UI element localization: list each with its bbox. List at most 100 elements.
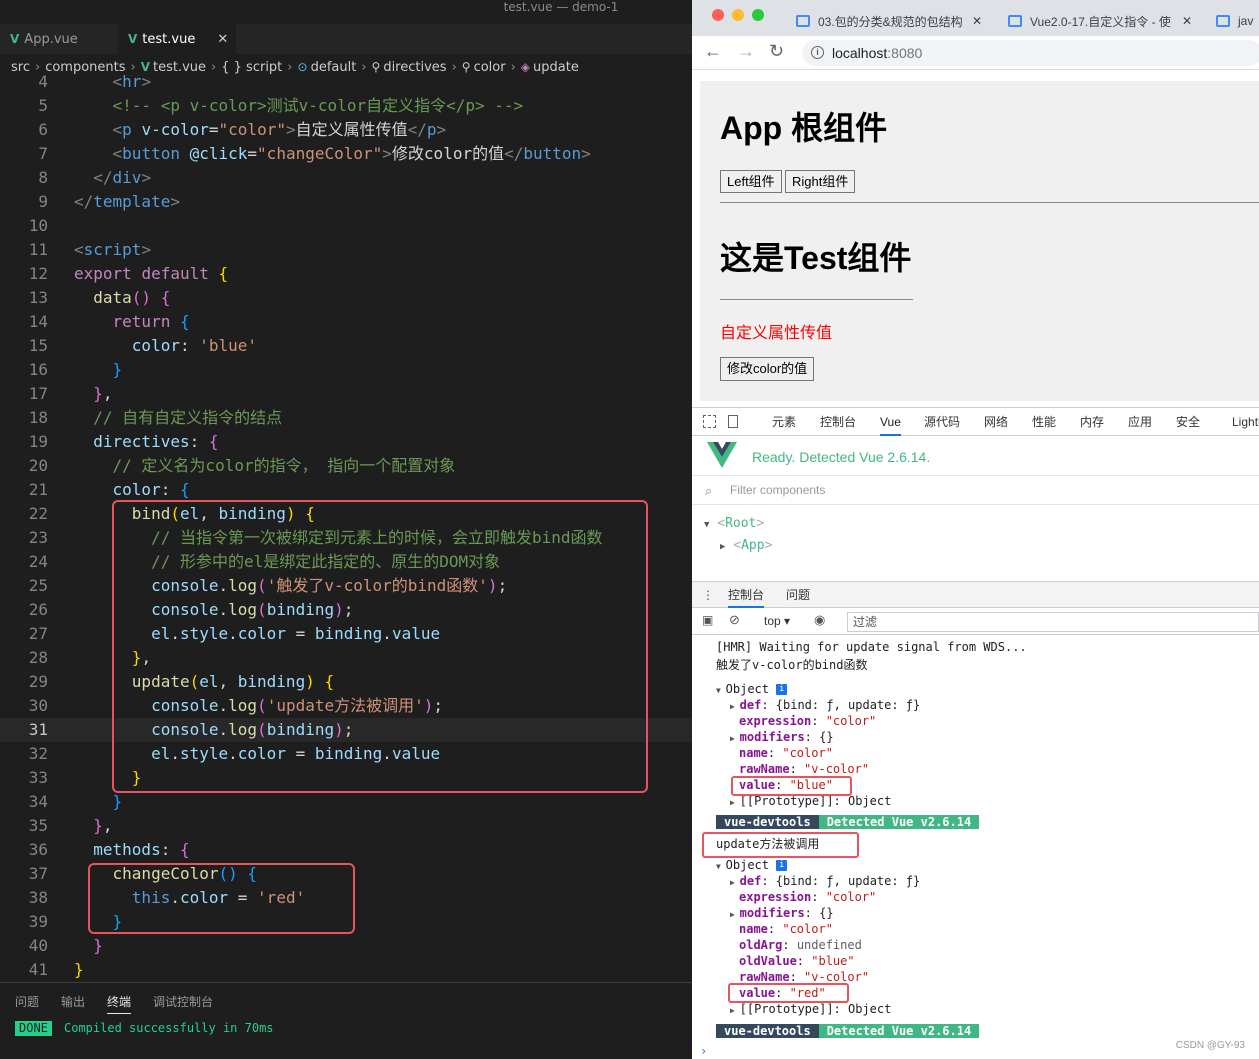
object-label[interactable]: Object bbox=[726, 682, 769, 696]
eye-icon[interactable]: ◉ bbox=[814, 612, 825, 628]
filter-components-input[interactable]: Filter components bbox=[730, 483, 825, 497]
code-line[interactable]: 41} bbox=[0, 958, 692, 982]
code-line[interactable]: 35 }, bbox=[0, 814, 692, 838]
caret-right-icon[interactable]: ▶ bbox=[730, 734, 740, 743]
code-token: , bbox=[102, 384, 113, 403]
code-line[interactable]: 18 // 自有自定义指令的结点 bbox=[0, 406, 692, 430]
code-line[interactable]: 7 <button @click="changeColor">修改color的值… bbox=[0, 142, 692, 166]
caret-right-icon[interactable]: ▶ bbox=[730, 702, 740, 711]
code-line[interactable]: 21 color: { bbox=[0, 478, 692, 502]
code-line[interactable]: 5 <!-- <p v-color>测试v-color自定义指令</p> --> bbox=[0, 94, 692, 118]
caret-right-icon[interactable]: ▶ bbox=[720, 542, 725, 552]
browser-tab-3[interactable]: jav bbox=[1216, 6, 1259, 36]
code-line[interactable]: 9 </template> bbox=[0, 190, 692, 214]
panel-tab-output[interactable]: 输出 bbox=[61, 993, 85, 1010]
app-heading: App 根组件 bbox=[720, 110, 888, 146]
back-arrow-icon[interactable]: ← bbox=[704, 41, 722, 62]
right-component-button[interactable]: Right组件 bbox=[785, 170, 856, 193]
devtools-tab-console[interactable]: 控制台 bbox=[820, 408, 856, 436]
reload-icon[interactable]: ↻ bbox=[769, 41, 784, 62]
component-filter[interactable]: ⌕ Filter components bbox=[692, 477, 1259, 505]
caret-down-icon[interactable]: ▼ bbox=[704, 520, 709, 530]
browser-tab-2[interactable]: Vue2.0-17.自定义指令 - 使 ✕ bbox=[1008, 6, 1200, 36]
code-line[interactable]: 6 <p v-color="color">自定义属性传值</p> bbox=[0, 118, 692, 142]
code-line[interactable]: 20 // 定义名为color的指令， 指向一个配置对象 bbox=[0, 454, 692, 478]
code-line[interactable]: 13 data() { bbox=[0, 286, 692, 310]
caret-right-icon[interactable]: ▶ bbox=[730, 910, 740, 919]
code-line[interactable]: 4 <hr> bbox=[0, 70, 692, 94]
code-token: @click bbox=[189, 144, 248, 163]
devtools-tab-elements[interactable]: 元素 bbox=[772, 408, 796, 436]
devtools-tab-memory[interactable]: 内存 bbox=[1080, 408, 1104, 436]
tab-app-vue[interactable]: V App.vue bbox=[0, 24, 118, 54]
tree-node-app[interactable]: ▶ <App> bbox=[720, 538, 772, 553]
code-line[interactable]: 14 return { bbox=[0, 310, 692, 334]
code-line[interactable]: 12 export default { bbox=[0, 262, 692, 286]
object-label[interactable]: Object bbox=[726, 858, 769, 872]
console-line: ▶ modifiers: {} bbox=[730, 906, 834, 920]
clear-console-icon[interactable]: ⊘ bbox=[729, 612, 740, 628]
code-token: template bbox=[93, 192, 171, 211]
code-text: } bbox=[74, 934, 103, 958]
editor-tab-bar: V App.vue V test.vue ✕ bbox=[0, 24, 692, 54]
tab-test-vue[interactable]: V test.vue ✕ bbox=[118, 24, 236, 54]
devtools-tab-network[interactable]: 网络 bbox=[984, 408, 1008, 436]
code-line[interactable]: 19 directives: { bbox=[0, 430, 692, 454]
code-line[interactable]: 16 } bbox=[0, 358, 692, 382]
panel-tab-terminal[interactable]: 终端 bbox=[107, 993, 132, 1014]
left-component-button[interactable]: Left组件 bbox=[720, 170, 782, 193]
sidebar-toggle-icon[interactable]: ▣ bbox=[702, 613, 713, 627]
devtools-tab-lighthouse[interactable]: Lighthouse bbox=[1232, 408, 1259, 436]
inspect-element-icon[interactable] bbox=[703, 415, 716, 428]
minimize-window-button[interactable] bbox=[732, 9, 744, 21]
panel-tab-debug-console[interactable]: 调试控制台 bbox=[153, 993, 213, 1010]
line-number: 28 bbox=[28, 648, 48, 667]
info-icon[interactable]: i bbox=[811, 46, 824, 59]
code-line[interactable]: 10 bbox=[0, 214, 692, 238]
panel-tab-problems[interactable]: 问题 bbox=[15, 993, 39, 1010]
devtools-tab-performance[interactable]: 性能 bbox=[1032, 408, 1056, 436]
info-icon: i bbox=[776, 684, 788, 695]
address-bar[interactable]: i localhost:8080 bbox=[802, 40, 1259, 66]
console-filter-input[interactable]: 过滤 bbox=[847, 612, 1259, 632]
code-line[interactable]: 15 color: 'blue' bbox=[0, 334, 692, 358]
code-line[interactable]: 17 }, bbox=[0, 382, 692, 406]
close-icon[interactable]: ✕ bbox=[217, 32, 228, 47]
close-icon[interactable]: ✕ bbox=[972, 14, 982, 28]
line-number: 15 bbox=[28, 336, 48, 355]
close-window-button[interactable] bbox=[712, 9, 724, 21]
forward-arrow-icon[interactable]: → bbox=[737, 41, 755, 62]
close-icon[interactable]: ✕ bbox=[1182, 14, 1192, 28]
kebab-menu-icon[interactable]: ⋮ bbox=[702, 582, 714, 608]
caret-down-icon[interactable]: ▼ bbox=[716, 862, 726, 871]
devtools-tab-application[interactable]: 应用 bbox=[1128, 408, 1152, 436]
device-toolbar-icon[interactable] bbox=[728, 415, 738, 428]
context-selector[interactable]: top ▾ bbox=[764, 614, 790, 628]
property-key: oldValue bbox=[739, 954, 797, 968]
tree-node-root[interactable]: ▼ <Root> bbox=[704, 516, 764, 531]
drawer-tab-console[interactable]: 控制台 bbox=[728, 582, 765, 608]
code-line[interactable]: 36 methods: { bbox=[0, 838, 692, 862]
devtools-tab-security[interactable]: 安全 bbox=[1176, 408, 1200, 436]
drawer-tab-issues[interactable]: 问题 bbox=[786, 582, 810, 608]
code-line[interactable]: 40 } bbox=[0, 934, 692, 958]
code-line[interactable]: 11 <script> bbox=[0, 238, 692, 262]
code-line[interactable]: 34 } bbox=[0, 790, 692, 814]
code-token: methods bbox=[93, 840, 161, 859]
caret-down-icon[interactable]: ▼ bbox=[716, 686, 726, 695]
caret-right-icon[interactable]: ▶ bbox=[730, 798, 740, 807]
devtools-tab-sources[interactable]: 源代码 bbox=[924, 408, 960, 436]
caret-right-icon[interactable]: ▶ bbox=[730, 1006, 740, 1015]
change-color-button[interactable]: 修改color的值 bbox=[720, 357, 815, 381]
code-line[interactable]: 8 </div> bbox=[0, 166, 692, 190]
code-token: } bbox=[93, 816, 103, 835]
console-prompt[interactable]: › bbox=[700, 1044, 707, 1058]
code-area[interactable]: 4 <hr> 5 <!-- <p v-color>测试v-color自定义指令</… bbox=[0, 70, 692, 982]
browser-tab-1[interactable]: 03.包的分类&规范的包结构 ✕ bbox=[796, 6, 992, 36]
zoom-window-button[interactable] bbox=[752, 9, 764, 21]
devtools-tab-vue[interactable]: Vue bbox=[880, 408, 901, 436]
caret-right-icon[interactable]: ▶ bbox=[730, 878, 740, 887]
